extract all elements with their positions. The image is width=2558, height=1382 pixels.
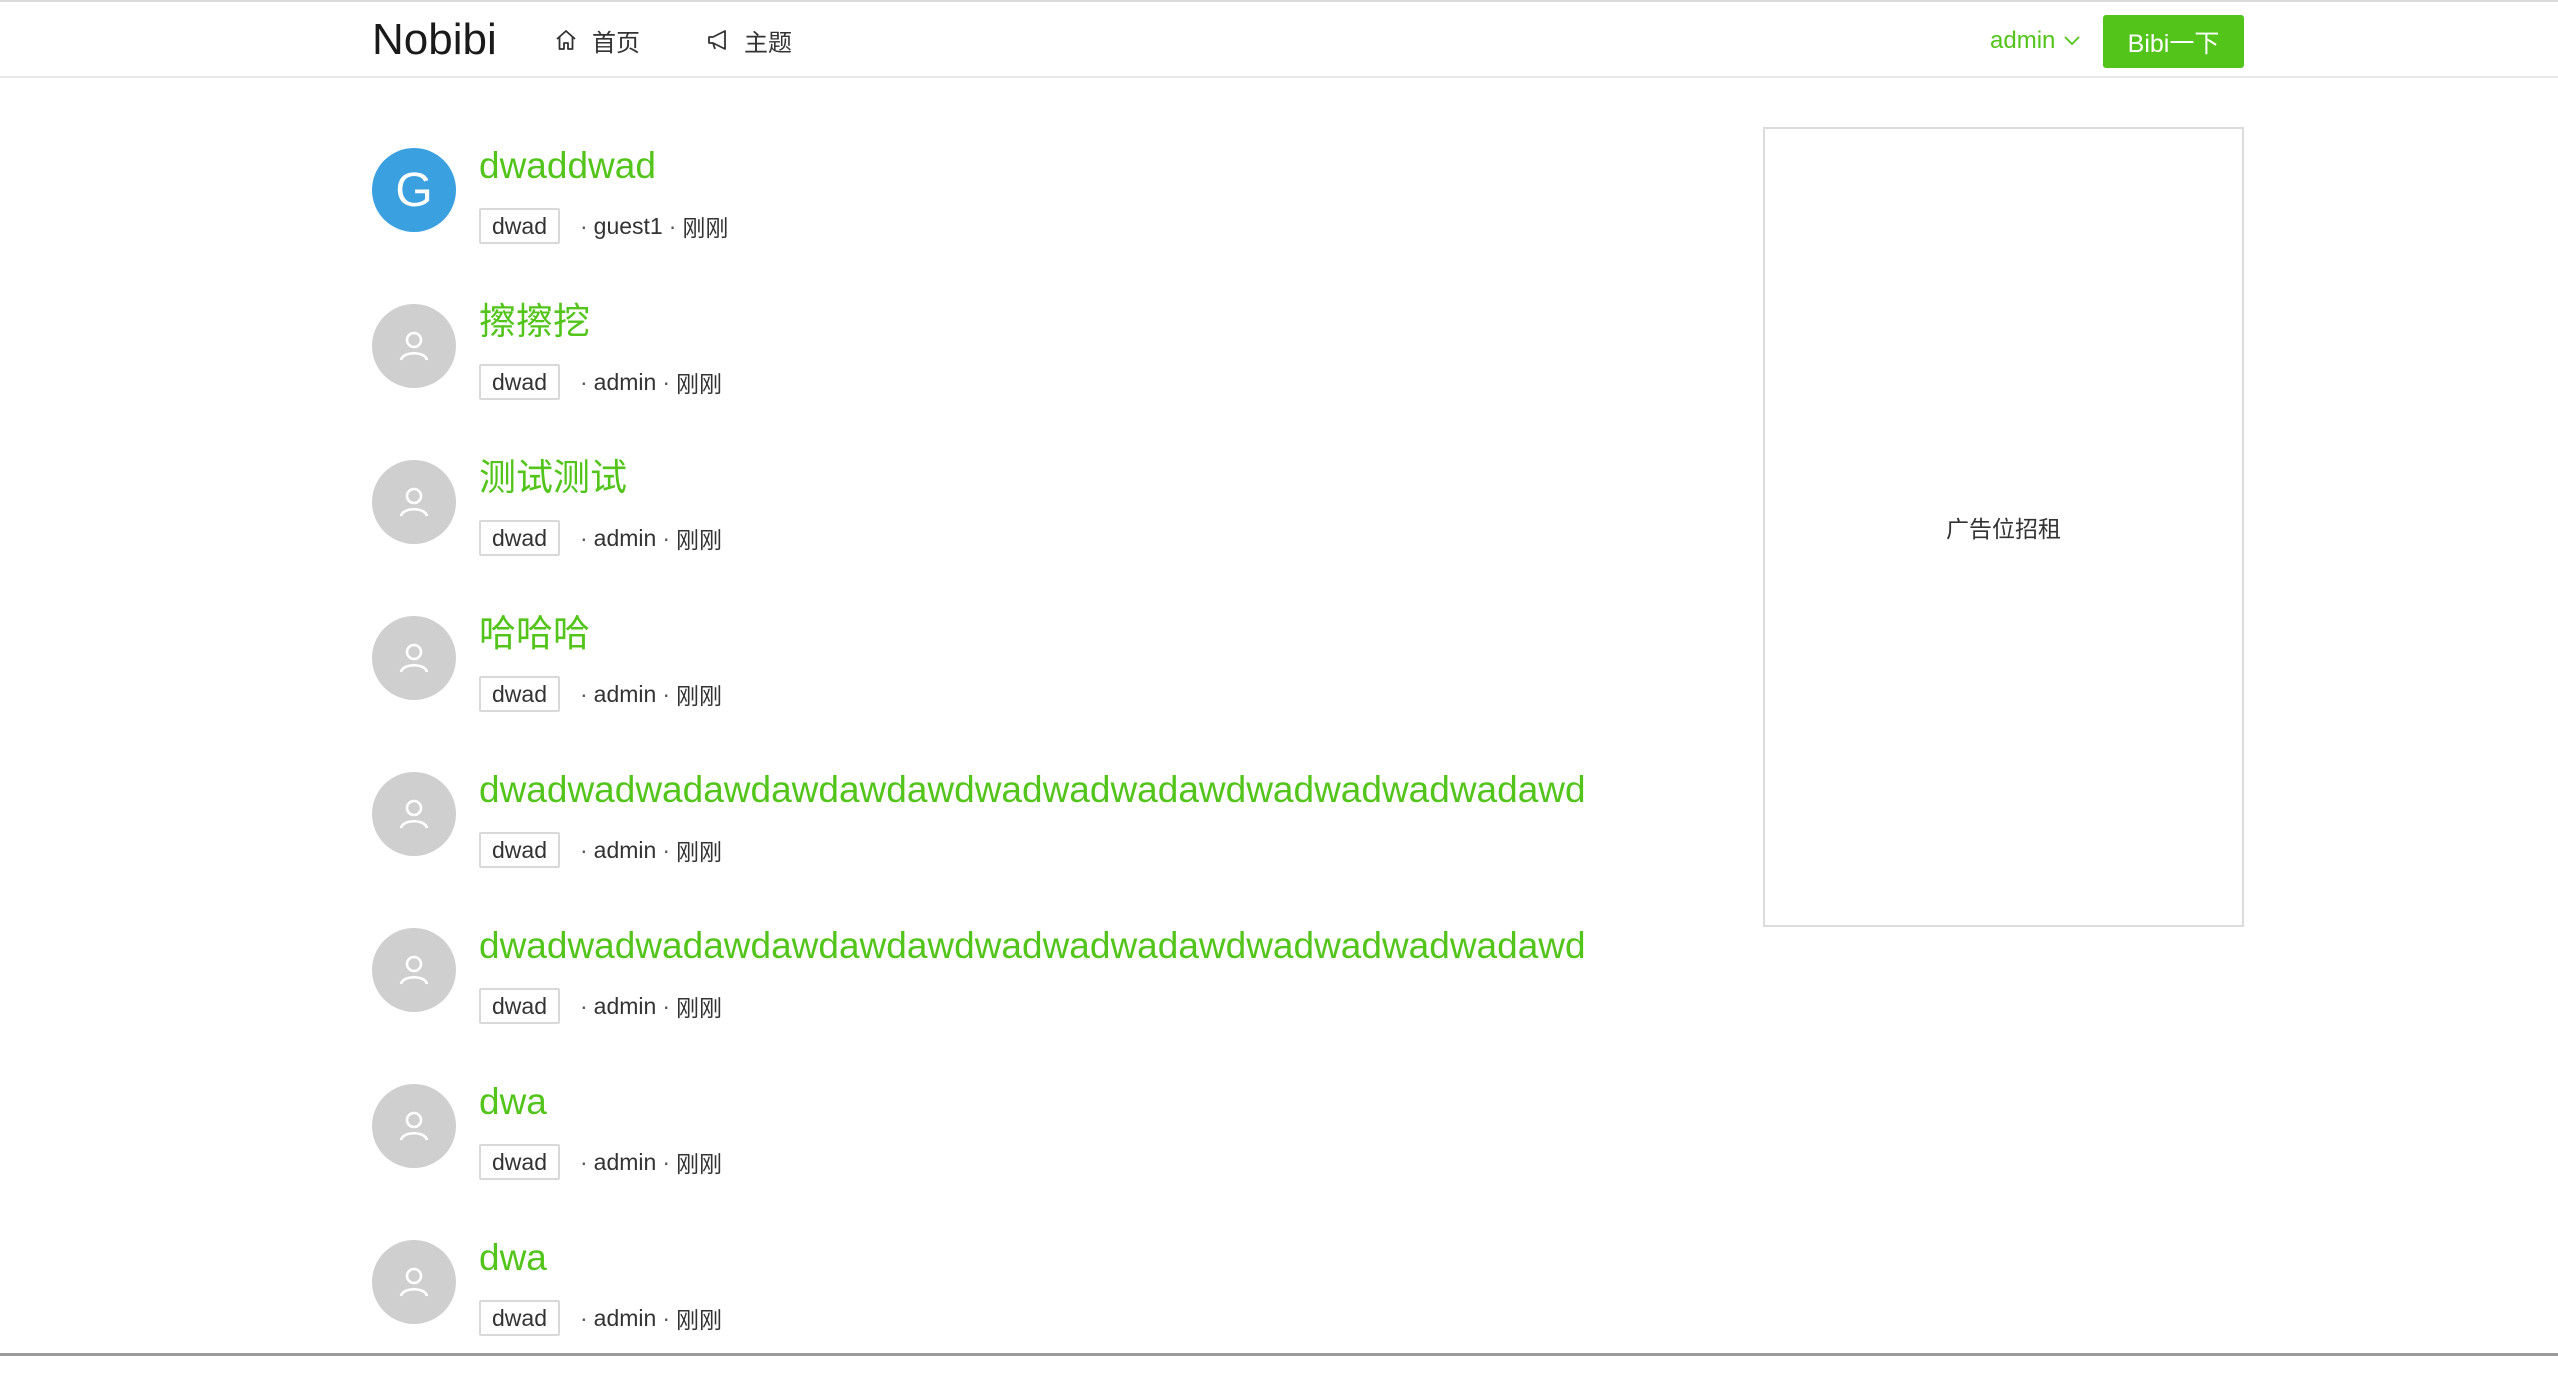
- ad-text: 广告位招租: [1946, 517, 2061, 543]
- user-dropdown[interactable]: admin: [1990, 20, 2081, 62]
- avatar[interactable]: G: [372, 148, 456, 232]
- avatar[interactable]: [372, 772, 456, 856]
- post-meta: dwad · admin · 刚刚: [479, 832, 722, 868]
- meta-separator: ·: [579, 836, 588, 863]
- post-author[interactable]: admin: [594, 525, 657, 552]
- meta-separator: ·: [668, 212, 677, 239]
- user-icon: [399, 643, 429, 673]
- user-icon: [399, 487, 429, 517]
- meta-separator: ·: [662, 1148, 670, 1175]
- meta-separator: ·: [662, 524, 670, 551]
- avatar[interactable]: [372, 304, 456, 388]
- user-icon: [399, 1267, 429, 1297]
- post-author[interactable]: guest1: [594, 213, 663, 240]
- user-icon: [399, 799, 429, 829]
- post-author[interactable]: admin: [594, 993, 657, 1020]
- post-tag[interactable]: dwad: [479, 364, 560, 400]
- post-tag[interactable]: dwad: [479, 988, 560, 1024]
- avatar[interactable]: [372, 460, 456, 544]
- post-title[interactable]: dwadwadwadawdawdawdawdwadwadwadawdwadwad…: [479, 924, 1586, 968]
- post-meta: dwad · admin · 刚刚: [479, 364, 722, 400]
- post-title[interactable]: 哈哈哈: [479, 612, 590, 656]
- post-item[interactable]: dwa dwad · admin · 刚刚: [372, 1070, 1672, 1226]
- nav-topics[interactable]: 主题: [706, 20, 792, 60]
- post-title[interactable]: dwa: [479, 1080, 547, 1124]
- post-item[interactable]: dwadwadwadawdawdawdawdwadwadwadawdwadwad…: [372, 758, 1672, 914]
- post-item[interactable]: 擦擦挖 dwad · admin · 刚刚: [372, 290, 1672, 446]
- meta-separator: ·: [579, 1304, 588, 1331]
- post-title[interactable]: dwaddwad: [479, 144, 656, 188]
- brand-logo[interactable]: Nobibi: [372, 12, 497, 68]
- post-time: 刚刚: [675, 995, 722, 1021]
- post-tag[interactable]: dwad: [479, 1144, 560, 1180]
- meta-separator: ·: [579, 524, 588, 551]
- avatar[interactable]: [372, 1084, 456, 1168]
- avatar[interactable]: [372, 616, 456, 700]
- avatar-letter: G: [395, 163, 433, 217]
- post-time: 刚刚: [675, 527, 722, 553]
- post-tag[interactable]: dwad: [479, 520, 560, 556]
- meta-separator: ·: [579, 992, 588, 1019]
- user-name: admin: [1990, 27, 2056, 54]
- post-author[interactable]: admin: [594, 681, 657, 708]
- meta-separator: ·: [579, 368, 588, 395]
- user-icon: [399, 1111, 429, 1141]
- post-tag[interactable]: dwad: [479, 832, 560, 868]
- meta-separator: ·: [579, 1148, 588, 1175]
- user-icon: [399, 955, 429, 985]
- post-time: 刚刚: [675, 371, 722, 397]
- new-post-button[interactable]: Bibi一下: [2103, 15, 2244, 68]
- post-title[interactable]: 擦擦挖: [479, 300, 590, 344]
- post-author[interactable]: admin: [594, 369, 657, 396]
- post-item[interactable]: 哈哈哈 dwad · admin · 刚刚: [372, 602, 1672, 758]
- nav-topics-label: 主题: [744, 28, 792, 57]
- post-meta: dwad · admin · 刚刚: [479, 988, 722, 1024]
- avatar[interactable]: [372, 928, 456, 1012]
- meta-separator: ·: [662, 368, 670, 395]
- post-list: Gdwaddwad dwad · guest1 · 刚刚 擦擦挖 dwad · admin · 刚刚测…: [372, 134, 1672, 1382]
- meta-separator: ·: [579, 680, 588, 707]
- meta-separator: ·: [662, 1304, 670, 1331]
- post-tag[interactable]: dwad: [479, 676, 560, 712]
- post-time: 刚刚: [675, 839, 722, 865]
- post-title[interactable]: 测试测试: [479, 456, 627, 500]
- post-time: 刚刚: [675, 1151, 722, 1177]
- meta-separator: ·: [662, 680, 670, 707]
- post-meta: dwad · admin · 刚刚: [479, 1300, 722, 1336]
- nav-home-label: 首页: [592, 28, 640, 57]
- meta-separator: ·: [662, 992, 670, 1019]
- post-meta: dwad · admin · 刚刚: [479, 520, 722, 556]
- post-title[interactable]: dwadwadwadawdawdawdawdwadwadwadawdwadwad…: [479, 768, 1586, 812]
- post-meta: dwad · admin · 刚刚: [479, 676, 722, 712]
- post-author[interactable]: admin: [594, 837, 657, 864]
- post-tag[interactable]: dwad: [479, 208, 560, 244]
- post-author[interactable]: admin: [594, 1305, 657, 1332]
- megaphone-icon: [708, 30, 726, 50]
- post-time: 刚刚: [682, 215, 729, 241]
- avatar[interactable]: [372, 1240, 456, 1324]
- nav-home[interactable]: 首页: [554, 20, 640, 60]
- bottom-divider: [0, 1353, 2558, 1356]
- user-icon: [399, 331, 429, 361]
- meta-separator: ·: [662, 836, 670, 863]
- chevron-down-icon: [2064, 36, 2081, 46]
- post-tag[interactable]: dwad: [479, 1300, 560, 1336]
- post-item[interactable]: 测试测试 dwad · admin · 刚刚: [372, 446, 1672, 602]
- post-meta: dwad · guest1 · 刚刚: [479, 208, 728, 244]
- post-item[interactable]: dwa dwad · admin · 刚刚: [372, 1226, 1672, 1382]
- post-author[interactable]: admin: [594, 1149, 657, 1176]
- post-time: 刚刚: [675, 1307, 722, 1333]
- top-navbar: Nobibi 首页 主题 admin Bibi一下: [0, 0, 2558, 78]
- home-icon: [556, 30, 576, 50]
- post-meta: dwad · admin · 刚刚: [479, 1144, 722, 1180]
- post-title[interactable]: dwa: [479, 1236, 547, 1280]
- post-time: 刚刚: [675, 683, 722, 709]
- post-item[interactable]: dwadwadwadawdawdawdawdwadwadwadawdwadwad…: [372, 914, 1672, 1070]
- ad-banner: 广告位招租: [1763, 127, 2244, 927]
- meta-separator: ·: [579, 212, 588, 239]
- post-item[interactable]: Gdwaddwad dwad · guest1 · 刚刚: [372, 134, 1672, 290]
